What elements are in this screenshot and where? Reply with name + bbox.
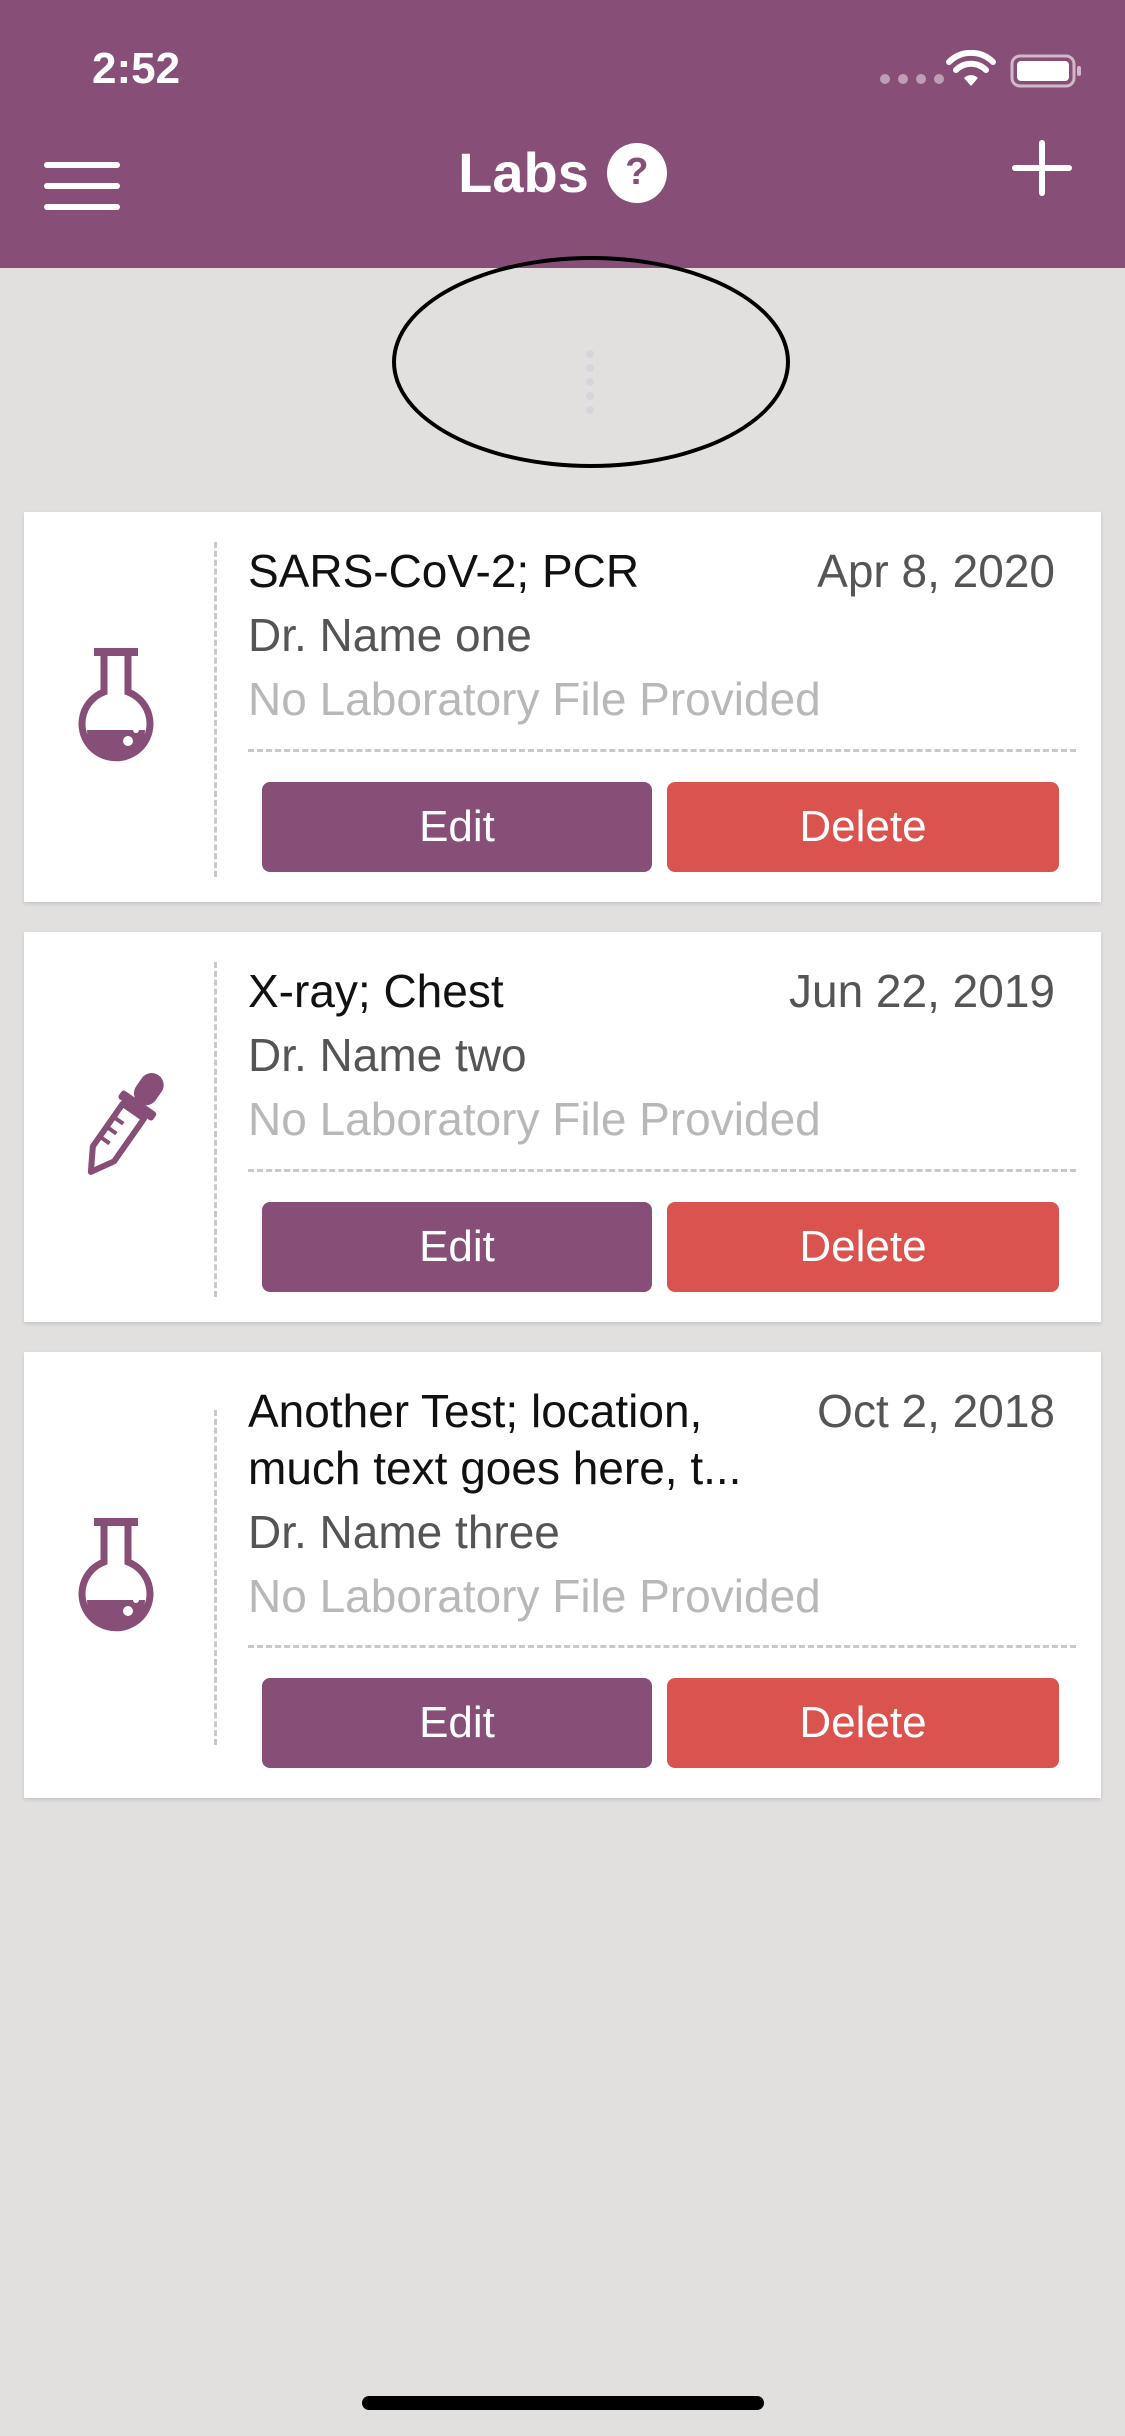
refresh-indicator-highlight xyxy=(392,256,790,468)
edit-button[interactable]: Edit xyxy=(262,782,652,872)
lab-date: Jun 22, 2019 xyxy=(788,965,1055,1017)
lab-date: Apr 8, 2020 xyxy=(817,545,1055,597)
lab-file-status: No Laboratory File Provided xyxy=(248,1093,821,1145)
lab-file-status: No Laboratory File Provided xyxy=(248,1570,821,1622)
battery-icon xyxy=(1010,54,1081,88)
delete-button[interactable]: Delete xyxy=(667,1202,1059,1292)
lab-title-line1: Another Test; location, xyxy=(248,1385,703,1437)
card-divider-vertical xyxy=(214,1410,217,1745)
lab-file-status: No Laboratory File Provided xyxy=(248,673,821,725)
lab-title: X-ray; Chest xyxy=(248,965,504,1017)
lab-card: X-ray; Chest Jun 22, 2019 Dr. Name two N… xyxy=(24,932,1101,1322)
wifi-icon xyxy=(946,50,996,86)
dropper-icon xyxy=(87,1073,164,1175)
app-header: 2:52 Labs ? xyxy=(0,0,1125,268)
card-divider-vertical xyxy=(214,542,217,877)
card-divider-horizontal xyxy=(248,1645,1076,1648)
lab-card: Another Test; location, much text goes h… xyxy=(24,1352,1101,1798)
lab-doctor: Dr. Name one xyxy=(248,609,532,661)
edit-button[interactable]: Edit xyxy=(262,1678,652,1768)
help-icon[interactable]: ? xyxy=(606,142,667,203)
lab-date: Oct 2, 2018 xyxy=(817,1385,1055,1437)
labs-screen: 2:52 Labs ? SARS-CoV-2; PCR Apr 8, 2020 … xyxy=(0,0,1125,2436)
signal-icon xyxy=(880,74,944,84)
delete-button[interactable]: Delete xyxy=(667,782,1059,872)
card-divider-horizontal xyxy=(248,1169,1076,1172)
card-divider-vertical xyxy=(214,962,217,1297)
delete-button[interactable]: Delete xyxy=(667,1678,1059,1768)
card-divider-horizontal xyxy=(248,749,1076,752)
edit-button[interactable]: Edit xyxy=(262,1202,652,1292)
lab-doctor: Dr. Name two xyxy=(248,1029,527,1081)
lab-title: SARS-CoV-2; PCR xyxy=(248,545,640,597)
status-time: 2:52 xyxy=(92,44,181,93)
lab-title-line2: much text goes here, t... xyxy=(248,1442,742,1494)
header-title-group: Labs ? xyxy=(0,140,1125,205)
home-indicator[interactable] xyxy=(362,2396,764,2410)
page-title: Labs xyxy=(458,141,589,204)
lab-card: SARS-CoV-2; PCR Apr 8, 2020 Dr. Name one… xyxy=(24,512,1101,902)
flask-icon xyxy=(78,648,154,762)
add-lab-button[interactable] xyxy=(1012,140,1072,200)
flask-icon xyxy=(78,1518,154,1632)
lab-doctor: Dr. Name three xyxy=(248,1506,560,1558)
